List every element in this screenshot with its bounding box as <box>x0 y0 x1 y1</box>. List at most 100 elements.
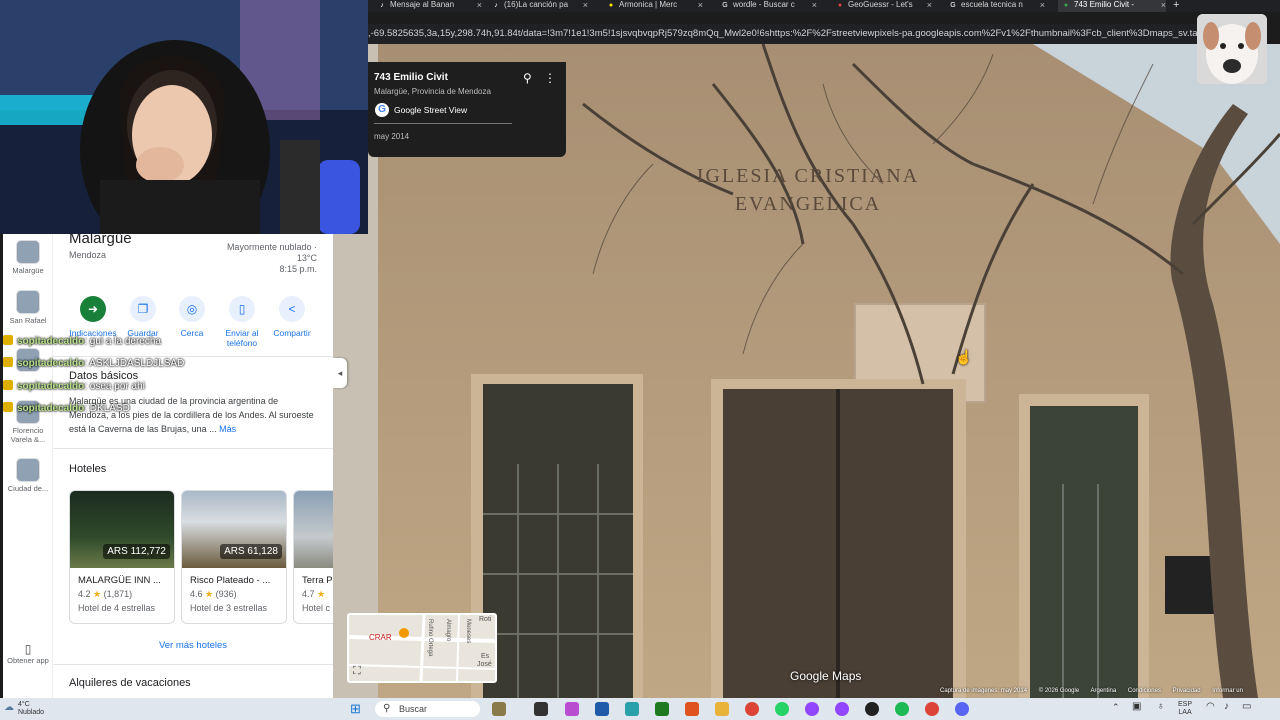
review-count: (1,871) <box>103 589 133 599</box>
hotel-card[interactable]: ARS 112,772 MALARGÜE INN ... 4.2 ★ (1,87… <box>69 490 175 624</box>
windows-start-icon[interactable]: ⊞ <box>350 701 361 717</box>
volume-icon[interactable]: ♪ <box>1224 701 1229 712</box>
browser-tab[interactable]: ● GeoGuessr - Let's × <box>832 0 932 12</box>
location-pin-icon[interactable]: ⚲ <box>523 71 532 85</box>
xbox-icon[interactable] <box>655 702 669 716</box>
taskbar-weather[interactable]: 4°C Nublado <box>18 701 44 717</box>
chat-username: sopitadecaldo <box>17 358 85 369</box>
place-thumbnail <box>16 240 40 264</box>
app-tray-icon[interactable]: ▣ <box>1132 701 1141 712</box>
rentals-title: Alquileres de vacaciones <box>69 677 191 689</box>
close-tab-icon[interactable]: × <box>927 0 932 10</box>
lang-region: LAA <box>1178 709 1192 716</box>
review-count: (936) <box>215 589 237 599</box>
tab-label: escuela tecnica n <box>961 0 1023 9</box>
task-view-icon[interactable] <box>534 702 548 716</box>
map-footer: Captura de imágenes: may 2014 © 2026 Goo… <box>940 688 1280 698</box>
hotel-card[interactable]: Terra P 4.7 ★ Hotel c <box>293 490 333 624</box>
nearby-button[interactable]: ◎ Cerca <box>167 296 217 338</box>
close-tab-icon[interactable]: × <box>477 0 482 10</box>
footer-item[interactable]: Informar un <box>1212 688 1243 694</box>
action-label: Cerca <box>180 328 204 338</box>
app-icon[interactable] <box>492 702 506 716</box>
spotify-icon[interactable] <box>895 702 909 716</box>
collapse-panel-button[interactable]: ◂ <box>333 358 347 388</box>
directions-icon: ➜ <box>80 296 106 322</box>
subscriber-badge-icon <box>3 402 13 412</box>
footer-item[interactable]: Privacidad <box>1173 688 1201 694</box>
search-placeholder: Buscar <box>399 704 428 714</box>
divider <box>53 664 333 665</box>
browser-tab-active[interactable]: ● 743 Emilio Civit - × <box>1058 0 1166 12</box>
recent-item[interactable]: Malargüe <box>3 240 53 275</box>
obs-icon[interactable] <box>865 702 879 716</box>
chat-text: : gui a la derecha <box>84 336 161 347</box>
place-panel: Malargüe Mendoza Mayormente nublado · 13… <box>53 234 333 698</box>
discord-icon[interactable] <box>955 702 969 716</box>
recent-label: Malargüe <box>12 266 44 275</box>
hotel-class: Hotel c <box>302 603 331 613</box>
tab-label: GeoGuessr - Let's <box>848 0 913 9</box>
close-tab-icon[interactable]: × <box>1161 0 1166 10</box>
twitch-icon[interactable] <box>835 702 849 716</box>
twitch-icon[interactable] <box>805 702 819 716</box>
save-button[interactable]: ❐ Guardar <box>118 296 168 338</box>
map-label: José <box>477 661 492 668</box>
battery-icon[interactable]: ▭ <box>1242 701 1251 712</box>
taskbar-search[interactable]: ⚲ Buscar <box>375 701 480 717</box>
mercadolibre-icon: ● <box>608 2 614 9</box>
close-tab-icon[interactable]: × <box>583 0 588 10</box>
whatsapp-icon[interactable] <box>775 702 789 716</box>
app-icon[interactable] <box>685 702 699 716</box>
microphone-icon[interactable]: ♁ <box>1157 701 1165 712</box>
about-text: Malargüe es una ciudad de la provincia a… <box>69 394 319 436</box>
capture-date[interactable]: may 2014 <box>374 132 409 141</box>
get-app-button[interactable]: ▯ Obtener app <box>3 642 53 665</box>
weather-info: Mayormente nublado · 13°C 8:15 p.m. <box>197 242 317 275</box>
chrome-icon[interactable] <box>925 702 939 716</box>
browser-tab[interactable]: ● Armonica | Merc × <box>603 0 703 12</box>
rating-value: 4.6 <box>190 589 203 599</box>
close-tab-icon[interactable]: × <box>1040 0 1045 10</box>
share-button[interactable]: < Compartir <box>267 296 317 338</box>
wifi-icon[interactable]: ◠ <box>1206 701 1215 712</box>
hotel-photo <box>294 491 333 568</box>
recent-item[interactable]: Ciudad de... <box>3 458 53 493</box>
get-app-label: Obtener app <box>7 656 49 665</box>
weather-condition: Mayormente nublado · <box>226 242 317 252</box>
copilot-icon[interactable] <box>565 702 579 716</box>
address-bar[interactable]: ,-69.5825635,3a,15y,298.74h,91.84t/data=… <box>368 24 1200 44</box>
chrome-icon[interactable] <box>745 702 759 716</box>
browser-tab[interactable]: ♪ (16)La canción pa × <box>488 0 588 12</box>
hotel-price: ARS 112,772 <box>103 544 170 559</box>
edge-icon[interactable] <box>625 702 639 716</box>
new-tab-button[interactable]: + <box>1173 0 1179 11</box>
footer-item[interactable]: Condiciones <box>1128 688 1161 694</box>
store-icon[interactable] <box>595 702 609 716</box>
dog-cam-overlay <box>1197 14 1267 84</box>
file-explorer-icon[interactable] <box>715 702 729 716</box>
search-icon: ⚲ <box>383 703 391 714</box>
close-tab-icon[interactable]: × <box>812 0 817 10</box>
hotel-card[interactable]: ARS 61,128 Risco Plateado - ... 4.6 ★ (9… <box>181 490 287 624</box>
recent-item[interactable]: San Rafael <box>3 290 53 325</box>
browser-tab[interactable]: ♪ Mensaje al Banan × <box>374 0 482 12</box>
close-tab-icon[interactable]: × <box>698 0 703 10</box>
church-sign-text: IGLESIA CRISTIANA EVANGELICA <box>696 165 920 215</box>
hotel-price: ARS 61,128 <box>220 544 282 559</box>
footer-item[interactable]: Argentina <box>1091 688 1117 694</box>
google-maps-watermark: Google Maps <box>790 669 862 683</box>
more-hotels-link[interactable]: Ver más hoteles <box>53 640 333 651</box>
tab-label: 743 Emilio Civit - <box>1074 0 1135 9</box>
browser-tab[interactable]: G wordle - Buscar c × <box>717 0 817 12</box>
send-to-phone-button[interactable]: ▯ Enviar al teléfono <box>217 296 267 348</box>
minimap[interactable]: Rufino Ortega Almagro Meneses CRAR Roti … <box>347 613 497 683</box>
expand-map-icon[interactable]: ⛶ <box>353 665 361 678</box>
more-options-icon[interactable]: ⋮ <box>544 71 556 85</box>
browser-tab[interactable]: G escuela tecnica n × <box>945 0 1045 12</box>
language-indicator[interactable]: ESP LAA <box>1178 701 1192 717</box>
action-label: Enviar al teléfono <box>225 328 259 348</box>
chevron-up-icon[interactable]: ⌃ <box>1112 702 1120 713</box>
directions-button[interactable]: ➜ Indicaciones <box>68 296 118 338</box>
more-link[interactable]: Más <box>219 424 236 434</box>
